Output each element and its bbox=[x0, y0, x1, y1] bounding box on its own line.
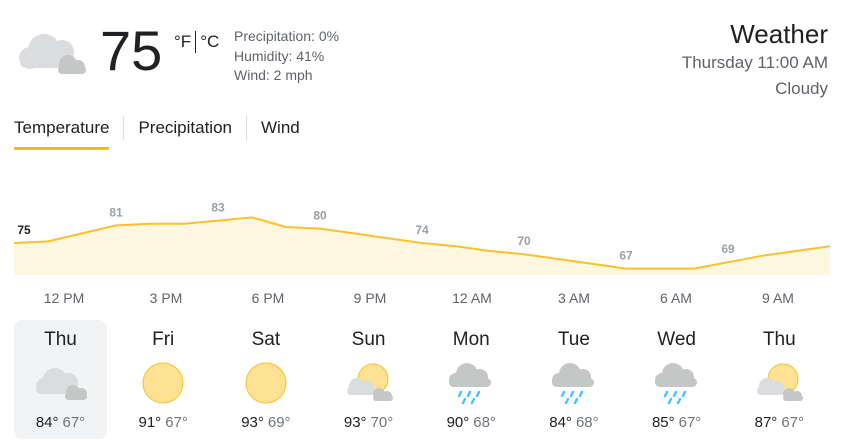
low-temp: 67° bbox=[678, 414, 702, 431]
tab-wind[interactable]: Wind bbox=[261, 110, 300, 150]
temperature-data-label: 81 bbox=[109, 205, 123, 219]
rain-icon bbox=[654, 363, 697, 405]
daily-forecast: Thu 84° 67° Fri 91° 67° Sat 93° 69° Sun 93°… bbox=[14, 320, 826, 439]
day-name: Thu bbox=[762, 329, 796, 350]
low-temp: 68° bbox=[473, 414, 496, 431]
low-temp: 67° bbox=[781, 414, 804, 431]
high-temp: 84° bbox=[35, 414, 59, 431]
unit-toggle: °F °C bbox=[174, 31, 219, 53]
weather-title: Weather bbox=[730, 19, 828, 49]
time-axis-label: 6 AM bbox=[660, 290, 692, 306]
tab-divider bbox=[246, 116, 247, 140]
celsius-button[interactable]: °C bbox=[200, 32, 219, 52]
high-temp: 87° bbox=[754, 414, 778, 431]
fahrenheit-button[interactable]: °F bbox=[174, 32, 191, 52]
high-temp: 84° bbox=[549, 414, 572, 431]
day-name: Tue bbox=[557, 329, 590, 350]
cloudy-icon bbox=[35, 368, 87, 400]
sunny-icon bbox=[142, 362, 184, 404]
time-axis-label: 6 PM bbox=[251, 290, 285, 306]
day-card-tue[interactable]: Tue 84° 68° bbox=[527, 320, 620, 439]
temperature-data-label: 83 bbox=[211, 201, 225, 215]
temperature-chart: 75 81 83 80 74 70 67 69 bbox=[14, 201, 830, 275]
temperature-data-label: 67 bbox=[619, 249, 633, 263]
time-axis-label: 12 AM bbox=[452, 290, 492, 306]
day-card-fri[interactable]: Fri 91° 67° bbox=[117, 320, 210, 439]
day-name: Thu bbox=[44, 329, 77, 350]
current-datetime: Thursday 11:00 AM bbox=[681, 53, 828, 72]
wind-text: Wind: 2 mph bbox=[234, 67, 313, 83]
partly-cloudy-icon bbox=[757, 363, 804, 401]
low-temp: 68° bbox=[575, 414, 599, 431]
time-axis-label: 3 PM bbox=[149, 290, 183, 306]
low-temp: 69° bbox=[267, 414, 291, 431]
chart-time-axis: 12 PM 3 PM 6 PM 9 PM 12 AM 3 AM 6 AM 9 AM bbox=[14, 290, 830, 310]
day-card-mon[interactable]: Mon 90° 68° bbox=[425, 320, 518, 439]
low-temp: 67° bbox=[165, 414, 188, 431]
tab-precipitation[interactable]: Precipitation bbox=[138, 110, 232, 150]
partly-cloudy-icon bbox=[346, 363, 393, 401]
temperature-data-label: 69 bbox=[721, 242, 735, 256]
rain-icon bbox=[449, 363, 492, 405]
temperature-data-label: 80 bbox=[313, 209, 327, 223]
time-axis-label: 12 PM bbox=[43, 290, 85, 306]
current-details: Precipitation: 0% Humidity: 41% Wind: 2 … bbox=[234, 27, 339, 86]
day-card-sun[interactable]: Sun 93° 70° bbox=[322, 320, 415, 439]
day-card-sat[interactable]: Sat 93° 69° bbox=[219, 320, 312, 439]
high-temp: 90° bbox=[446, 414, 470, 431]
tab-temperature[interactable]: Temperature bbox=[14, 110, 110, 150]
low-temp: 67° bbox=[62, 414, 86, 431]
high-temp: 93° bbox=[343, 414, 367, 431]
temperature-data-label: 75 bbox=[17, 223, 31, 237]
rain-icon bbox=[551, 363, 594, 405]
time-axis-label: 9 AM bbox=[762, 290, 794, 306]
temperature-data-label: 70 bbox=[517, 234, 531, 248]
chart-tabs: Temperature Precipitation Wind bbox=[14, 110, 300, 150]
cloudy-icon bbox=[19, 34, 86, 74]
sunny-icon bbox=[245, 362, 287, 404]
day-name: Sat bbox=[251, 329, 281, 350]
tab-divider bbox=[123, 116, 125, 140]
day-card-thu[interactable]: Thu 84° 67° bbox=[14, 320, 107, 439]
high-temp: 85° bbox=[651, 414, 675, 431]
day-name: Sun bbox=[351, 329, 386, 350]
time-axis-label: 9 PM bbox=[353, 290, 387, 306]
high-temp: 91° bbox=[138, 414, 162, 431]
humidity-text: Humidity: 41% bbox=[234, 47, 325, 64]
low-temp: 70° bbox=[370, 414, 394, 431]
day-name: Fri bbox=[152, 329, 175, 350]
day-name: Mon bbox=[452, 329, 490, 350]
unit-divider bbox=[195, 31, 197, 53]
day-card-wed[interactable]: Wed 85° 67° bbox=[630, 320, 723, 439]
high-temp: 93° bbox=[241, 414, 264, 431]
day-name: Wed bbox=[657, 329, 696, 350]
weather-summary: Weather Thursday 11:00 AM Cloudy bbox=[682, 18, 828, 102]
day-card-thu-next[interactable]: Thu 87° 67° bbox=[733, 320, 826, 439]
current-condition: Cloudy bbox=[775, 79, 828, 98]
time-axis-label: 3 AM bbox=[558, 290, 590, 306]
current-temperature: 75 bbox=[100, 19, 163, 82]
precipitation-text: Precipitation: 0% bbox=[234, 28, 340, 44]
temperature-data-label: 74 bbox=[415, 223, 429, 237]
